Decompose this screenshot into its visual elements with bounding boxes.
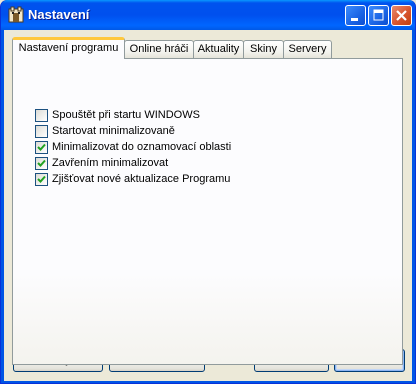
dialog-body: Nastavení programu Online hráči Aktualit… (4, 30, 412, 381)
app-icon (8, 6, 24, 23)
settings-window: Nastavení Nastavení programu Online hráč… (0, 0, 416, 384)
close-button[interactable] (391, 5, 412, 26)
close-icon (396, 10, 407, 21)
minimize-button[interactable] (345, 5, 366, 26)
tab-servery[interactable]: Servery (283, 40, 332, 59)
title-bar[interactable]: Nastavení (1, 0, 415, 30)
tab-aktuality[interactable]: Aktuality (193, 40, 244, 59)
option-label: Minimalizovat do oznamovací oblasti (52, 141, 232, 153)
maximize-icon (373, 9, 384, 21)
tab-nastaveni-programu[interactable]: Nastavení programu (12, 37, 125, 59)
checkmark-icon (37, 159, 46, 167)
tab-online-hraci[interactable]: Online hráči (124, 40, 194, 59)
minimize-icon (351, 18, 358, 21)
option-label: Zavřením minimalizovat (52, 157, 169, 169)
window-title: Nastavení (28, 7, 90, 22)
autostart-checkbox[interactable] (35, 109, 48, 122)
start-minimized-checkbox[interactable] (35, 125, 48, 138)
checkmark-icon (37, 175, 46, 183)
settings-tab-panel: Spouštět při startu WINDOWS Startovat mi… (12, 58, 403, 365)
minimize-to-tray-checkbox[interactable] (35, 141, 48, 154)
tab-skiny[interactable]: Skiny (243, 40, 284, 59)
maximize-button[interactable] (368, 5, 389, 26)
close-minimizes-checkbox[interactable] (35, 157, 48, 170)
option-label: Spouštět při startu WINDOWS (52, 109, 200, 121)
check-updates-checkbox[interactable] (35, 173, 48, 186)
option-label: Zjišťovat nové aktualizace Programu (52, 173, 231, 185)
checkmark-icon (37, 143, 46, 151)
option-label: Startovat minimalizovaně (52, 125, 175, 137)
